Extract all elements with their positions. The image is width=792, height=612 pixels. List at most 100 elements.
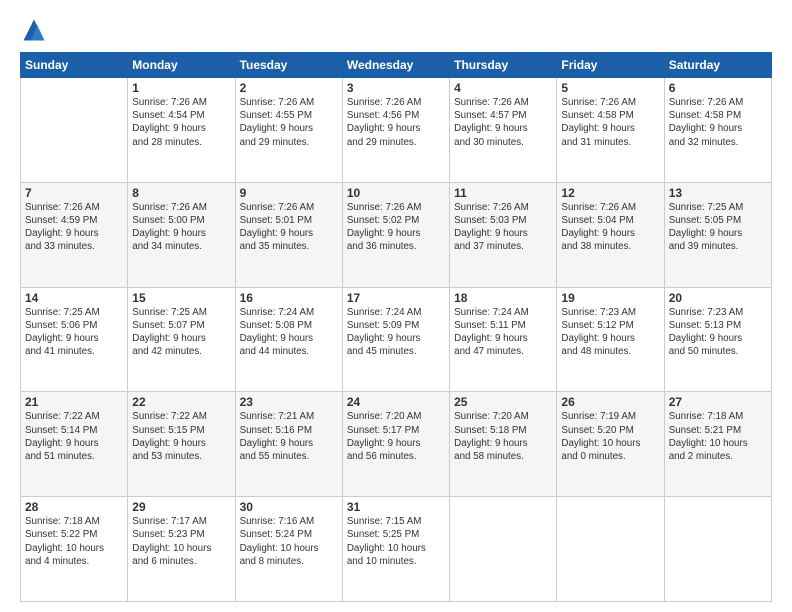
day-info: Sunrise: 7:26 AMSunset: 5:01 PMDaylight:…	[240, 201, 338, 254]
calendar-cell: 11Sunrise: 7:26 AMSunset: 5:03 PMDayligh…	[450, 182, 557, 287]
page: SundayMondayTuesdayWednesdayThursdayFrid…	[0, 0, 792, 612]
calendar-cell	[21, 78, 128, 183]
day-number: 13	[669, 186, 767, 200]
calendar-cell: 30Sunrise: 7:16 AMSunset: 5:24 PMDayligh…	[235, 497, 342, 602]
day-number: 1	[132, 81, 230, 95]
weekday-header-wednesday: Wednesday	[342, 53, 449, 78]
calendar-body: 1Sunrise: 7:26 AMSunset: 4:54 PMDaylight…	[21, 78, 772, 602]
calendar-cell: 3Sunrise: 7:26 AMSunset: 4:56 PMDaylight…	[342, 78, 449, 183]
calendar-cell: 29Sunrise: 7:17 AMSunset: 5:23 PMDayligh…	[128, 497, 235, 602]
day-info: Sunrise: 7:18 AMSunset: 5:22 PMDaylight:…	[25, 515, 123, 568]
calendar-cell: 5Sunrise: 7:26 AMSunset: 4:58 PMDaylight…	[557, 78, 664, 183]
day-info: Sunrise: 7:26 AMSunset: 4:55 PMDaylight:…	[240, 96, 338, 149]
weekday-header-sunday: Sunday	[21, 53, 128, 78]
calendar-cell: 10Sunrise: 7:26 AMSunset: 5:02 PMDayligh…	[342, 182, 449, 287]
day-number: 6	[669, 81, 767, 95]
day-number: 2	[240, 81, 338, 95]
calendar-cell: 4Sunrise: 7:26 AMSunset: 4:57 PMDaylight…	[450, 78, 557, 183]
calendar-cell: 14Sunrise: 7:25 AMSunset: 5:06 PMDayligh…	[21, 287, 128, 392]
day-number: 7	[25, 186, 123, 200]
day-info: Sunrise: 7:25 AMSunset: 5:07 PMDaylight:…	[132, 306, 230, 359]
calendar-cell: 24Sunrise: 7:20 AMSunset: 5:17 PMDayligh…	[342, 392, 449, 497]
calendar-cell: 7Sunrise: 7:26 AMSunset: 4:59 PMDaylight…	[21, 182, 128, 287]
day-info: Sunrise: 7:19 AMSunset: 5:20 PMDaylight:…	[561, 410, 659, 463]
calendar-cell: 21Sunrise: 7:22 AMSunset: 5:14 PMDayligh…	[21, 392, 128, 497]
day-number: 5	[561, 81, 659, 95]
weekday-header-tuesday: Tuesday	[235, 53, 342, 78]
day-number: 25	[454, 395, 552, 409]
logo	[20, 16, 52, 44]
calendar-week-row: 21Sunrise: 7:22 AMSunset: 5:14 PMDayligh…	[21, 392, 772, 497]
day-number: 4	[454, 81, 552, 95]
day-info: Sunrise: 7:21 AMSunset: 5:16 PMDaylight:…	[240, 410, 338, 463]
day-info: Sunrise: 7:26 AMSunset: 5:00 PMDaylight:…	[132, 201, 230, 254]
day-info: Sunrise: 7:15 AMSunset: 5:25 PMDaylight:…	[347, 515, 445, 568]
calendar-table: SundayMondayTuesdayWednesdayThursdayFrid…	[20, 52, 772, 602]
day-info: Sunrise: 7:24 AMSunset: 5:09 PMDaylight:…	[347, 306, 445, 359]
calendar-week-row: 14Sunrise: 7:25 AMSunset: 5:06 PMDayligh…	[21, 287, 772, 392]
day-number: 27	[669, 395, 767, 409]
weekday-row: SundayMondayTuesdayWednesdayThursdayFrid…	[21, 53, 772, 78]
day-number: 9	[240, 186, 338, 200]
logo-icon	[20, 16, 48, 44]
calendar-cell	[450, 497, 557, 602]
calendar-cell: 28Sunrise: 7:18 AMSunset: 5:22 PMDayligh…	[21, 497, 128, 602]
day-number: 24	[347, 395, 445, 409]
calendar-cell	[664, 497, 771, 602]
weekday-header-monday: Monday	[128, 53, 235, 78]
day-number: 12	[561, 186, 659, 200]
day-info: Sunrise: 7:17 AMSunset: 5:23 PMDaylight:…	[132, 515, 230, 568]
day-number: 30	[240, 500, 338, 514]
day-info: Sunrise: 7:22 AMSunset: 5:14 PMDaylight:…	[25, 410, 123, 463]
day-info: Sunrise: 7:20 AMSunset: 5:18 PMDaylight:…	[454, 410, 552, 463]
calendar-cell	[557, 497, 664, 602]
calendar-cell: 26Sunrise: 7:19 AMSunset: 5:20 PMDayligh…	[557, 392, 664, 497]
day-number: 19	[561, 291, 659, 305]
day-info: Sunrise: 7:16 AMSunset: 5:24 PMDaylight:…	[240, 515, 338, 568]
day-number: 15	[132, 291, 230, 305]
calendar-cell: 25Sunrise: 7:20 AMSunset: 5:18 PMDayligh…	[450, 392, 557, 497]
day-info: Sunrise: 7:26 AMSunset: 4:54 PMDaylight:…	[132, 96, 230, 149]
day-info: Sunrise: 7:26 AMSunset: 4:58 PMDaylight:…	[669, 96, 767, 149]
day-number: 29	[132, 500, 230, 514]
day-number: 31	[347, 500, 445, 514]
day-info: Sunrise: 7:24 AMSunset: 5:11 PMDaylight:…	[454, 306, 552, 359]
day-info: Sunrise: 7:20 AMSunset: 5:17 PMDaylight:…	[347, 410, 445, 463]
calendar-cell: 8Sunrise: 7:26 AMSunset: 5:00 PMDaylight…	[128, 182, 235, 287]
calendar-cell: 16Sunrise: 7:24 AMSunset: 5:08 PMDayligh…	[235, 287, 342, 392]
calendar-cell: 13Sunrise: 7:25 AMSunset: 5:05 PMDayligh…	[664, 182, 771, 287]
day-info: Sunrise: 7:26 AMSunset: 4:59 PMDaylight:…	[25, 201, 123, 254]
day-info: Sunrise: 7:26 AMSunset: 5:02 PMDaylight:…	[347, 201, 445, 254]
day-number: 17	[347, 291, 445, 305]
calendar-week-row: 28Sunrise: 7:18 AMSunset: 5:22 PMDayligh…	[21, 497, 772, 602]
weekday-header-saturday: Saturday	[664, 53, 771, 78]
day-info: Sunrise: 7:26 AMSunset: 5:04 PMDaylight:…	[561, 201, 659, 254]
calendar-cell: 19Sunrise: 7:23 AMSunset: 5:12 PMDayligh…	[557, 287, 664, 392]
day-number: 21	[25, 395, 123, 409]
day-info: Sunrise: 7:26 AMSunset: 4:56 PMDaylight:…	[347, 96, 445, 149]
calendar-cell: 22Sunrise: 7:22 AMSunset: 5:15 PMDayligh…	[128, 392, 235, 497]
day-info: Sunrise: 7:26 AMSunset: 5:03 PMDaylight:…	[454, 201, 552, 254]
weekday-header-thursday: Thursday	[450, 53, 557, 78]
day-number: 10	[347, 186, 445, 200]
calendar-cell: 9Sunrise: 7:26 AMSunset: 5:01 PMDaylight…	[235, 182, 342, 287]
day-number: 26	[561, 395, 659, 409]
calendar-cell: 17Sunrise: 7:24 AMSunset: 5:09 PMDayligh…	[342, 287, 449, 392]
day-info: Sunrise: 7:24 AMSunset: 5:08 PMDaylight:…	[240, 306, 338, 359]
calendar-cell: 20Sunrise: 7:23 AMSunset: 5:13 PMDayligh…	[664, 287, 771, 392]
day-number: 11	[454, 186, 552, 200]
day-number: 3	[347, 81, 445, 95]
calendar-cell: 12Sunrise: 7:26 AMSunset: 5:04 PMDayligh…	[557, 182, 664, 287]
calendar-cell: 6Sunrise: 7:26 AMSunset: 4:58 PMDaylight…	[664, 78, 771, 183]
weekday-header-friday: Friday	[557, 53, 664, 78]
day-info: Sunrise: 7:23 AMSunset: 5:12 PMDaylight:…	[561, 306, 659, 359]
day-number: 28	[25, 500, 123, 514]
day-info: Sunrise: 7:26 AMSunset: 4:58 PMDaylight:…	[561, 96, 659, 149]
day-number: 20	[669, 291, 767, 305]
calendar-cell: 15Sunrise: 7:25 AMSunset: 5:07 PMDayligh…	[128, 287, 235, 392]
day-number: 8	[132, 186, 230, 200]
header	[20, 16, 772, 44]
day-info: Sunrise: 7:26 AMSunset: 4:57 PMDaylight:…	[454, 96, 552, 149]
day-info: Sunrise: 7:25 AMSunset: 5:06 PMDaylight:…	[25, 306, 123, 359]
day-number: 16	[240, 291, 338, 305]
